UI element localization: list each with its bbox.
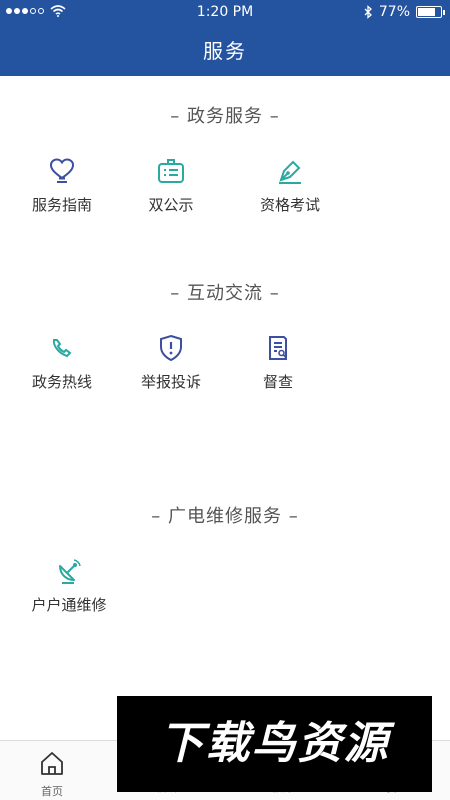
double-publicity-label: 双公示 [148,196,194,214]
government-hotline-label: 政务热线 [31,373,92,391]
watermark-overlay: 下载鸟资源 [117,696,432,792]
bluetooth-icon [364,5,372,19]
qualification-exam-button[interactable]: 资格考试 [235,156,345,215]
satellite-repair-label: 户户通维修 [31,596,107,614]
service-guide-button[interactable]: 服务指南 [7,156,117,215]
section-title-broadcast-repair: – 广电维修服务 – [151,506,299,527]
report-complaint-label: 举报投诉 [140,373,201,391]
pen-icon [279,160,301,184]
double-publicity-button[interactable]: 双公示 [116,156,226,215]
battery-icon [416,6,445,18]
tab-home-label: 首页 [41,785,63,798]
notice-board-icon [158,159,184,183]
document-search-icon [269,336,287,360]
service-guide-label: 服务指南 [31,196,92,214]
tab-home[interactable]: 首页 [2,749,102,799]
section-title-government-services: – 政务服务 – [170,106,280,127]
supervision-label: 督查 [262,373,293,391]
report-complaint-button[interactable]: 举报投诉 [116,333,226,392]
home-icon [41,752,63,775]
page-title: 服务 [0,26,450,76]
qualification-exam-label: 资格考试 [259,196,320,214]
satellite-dish-icon [59,559,81,584]
supervision-button[interactable]: 督查 [223,333,333,392]
heart-icon [49,158,75,183]
government-hotline-button[interactable]: 政务热线 [7,333,117,392]
section-title-interaction: – 互动交流 – [170,283,280,304]
battery-percent: 77% [378,4,410,20]
phone-icon [52,339,72,358]
satellite-repair-button[interactable]: 户户通维修 [14,556,124,615]
status-bar: 1:20 PM 77% [0,0,450,26]
shield-alert-icon [160,334,182,362]
